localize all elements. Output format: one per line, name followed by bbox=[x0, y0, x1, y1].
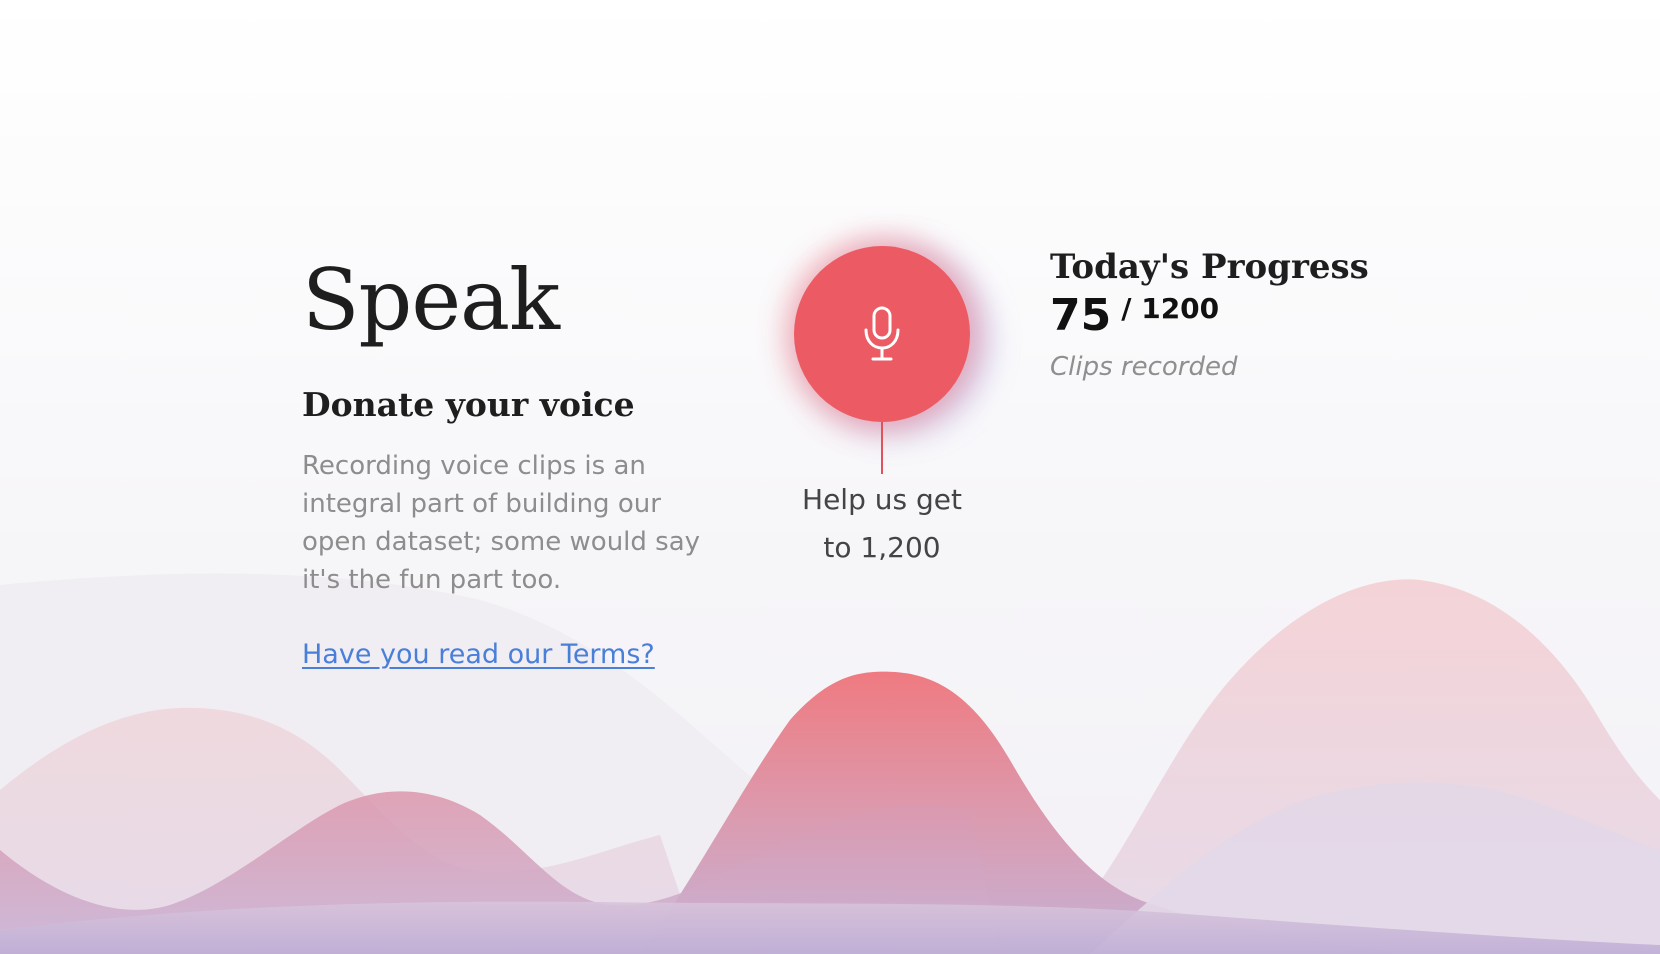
progress-counts: 75 / 1200 bbox=[1050, 290, 1470, 341]
page-title: Speak bbox=[302, 251, 560, 349]
help-text-line-2: to 1,200 bbox=[823, 531, 941, 564]
record-help-text: Help us get to 1,200 bbox=[782, 476, 982, 572]
microphone-icon bbox=[864, 306, 900, 361]
progress-total: / 1200 bbox=[1121, 292, 1220, 325]
page-description: Recording voice clips is an integral par… bbox=[302, 451, 701, 595]
progress-title: Today's Progress bbox=[1050, 247, 1369, 287]
progress-current: 75 bbox=[1050, 290, 1112, 341]
record-button[interactable] bbox=[794, 246, 970, 422]
progress-label: Clips recorded bbox=[1050, 352, 1238, 382]
intro-section: Speak Donate your voice Recording voice … bbox=[302, 248, 722, 670]
progress-section: Today's Progress 75 / 1200 Clips recorde… bbox=[1050, 250, 1470, 382]
record-button-wrapper bbox=[794, 246, 970, 422]
page-subtitle: Donate your voice bbox=[302, 385, 635, 424]
record-connector-line bbox=[881, 422, 883, 474]
terms-link[interactable]: Have you read our Terms? bbox=[302, 639, 655, 670]
help-text-line-1: Help us get bbox=[802, 483, 962, 516]
